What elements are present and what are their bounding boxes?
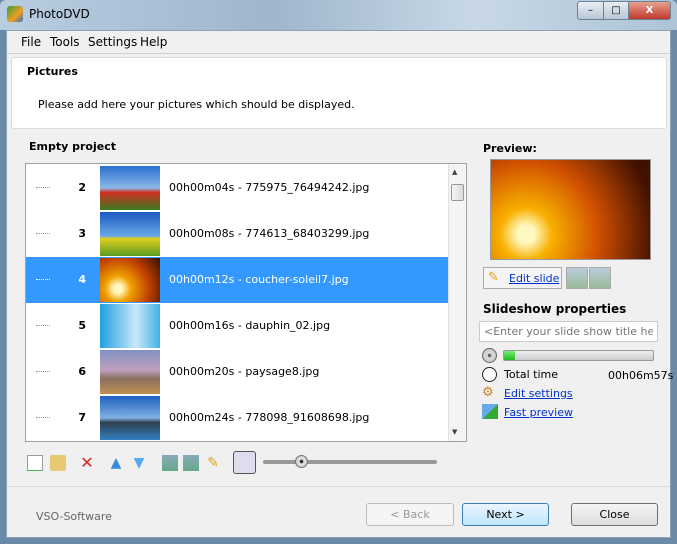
thumbnail bbox=[100, 350, 160, 394]
row-text: 00h00m08s - 774613_68403299.jpg bbox=[169, 227, 370, 240]
menu-file[interactable]: File bbox=[21, 35, 41, 49]
page-title: Pictures bbox=[27, 65, 78, 78]
disc-icon bbox=[482, 348, 497, 363]
picture-list[interactable]: 2 00h00m04s - 775975_76494242.jpg 3 00h00m… bbox=[25, 163, 467, 442]
list-item[interactable]: 6 00h00m20s - paysage8.jpg bbox=[26, 349, 448, 395]
brand-label: VSO-Software bbox=[36, 510, 112, 523]
scroll-down-icon[interactable]: ▼ bbox=[452, 428, 457, 436]
window-title: PhotoDVD bbox=[29, 7, 90, 21]
list-item[interactable]: 2 00h00m04s - 775975_76494242.jpg bbox=[26, 165, 448, 211]
close-window-button[interactable]: X bbox=[628, 1, 671, 20]
menu-tools[interactable]: Tools bbox=[50, 35, 80, 49]
row-number: 4 bbox=[78, 273, 86, 286]
settings-gear-icon: ⚙ bbox=[482, 385, 494, 400]
delete-icon[interactable]: ✕ bbox=[79, 455, 95, 471]
slideshow-title-input[interactable] bbox=[479, 321, 658, 342]
header-panel: Pictures Please add here your pictures w… bbox=[11, 57, 667, 129]
list-item[interactable]: 3 00h00m08s - 774613_68403299.jpg bbox=[26, 211, 448, 257]
list-item[interactable]: 7 00h00m24s - 778098_91608698.jpg bbox=[26, 395, 448, 441]
thumbnail bbox=[100, 258, 160, 302]
row-text: 00h00m16s - dauphin_02.jpg bbox=[169, 319, 331, 332]
row-text: 00h00m12s - coucher-soleil7.jpg bbox=[169, 273, 349, 286]
thumbnail-size-slider[interactable] bbox=[263, 455, 437, 468]
project-label: Empty project bbox=[29, 140, 116, 153]
menu-help[interactable]: Help bbox=[140, 35, 167, 49]
total-time-value: 00h06m57s bbox=[608, 369, 674, 382]
total-time-label: Total time bbox=[504, 368, 559, 381]
rotate-left-preview-button[interactable] bbox=[566, 267, 588, 289]
row-number: 6 bbox=[78, 365, 86, 378]
scroll-thumb[interactable] bbox=[451, 184, 464, 201]
edit-pencil-icon[interactable]: ✎ bbox=[205, 455, 221, 471]
scroll-up-icon[interactable]: ▲ bbox=[452, 168, 457, 176]
thumbnail bbox=[100, 304, 160, 348]
close-button[interactable]: Close bbox=[571, 503, 658, 526]
thumbnail bbox=[100, 212, 160, 256]
slider-knob[interactable] bbox=[295, 455, 309, 468]
thumbnail bbox=[100, 166, 160, 210]
row-text: 00h00m20s - paysage8.jpg bbox=[169, 365, 320, 378]
list-item-selected[interactable]: 4 00h00m12s - coucher-soleil7.jpg bbox=[26, 257, 448, 303]
list-item[interactable]: 5 00h00m16s - dauphin_02.jpg bbox=[26, 303, 448, 349]
fast-preview-link[interactable]: Fast preview bbox=[504, 406, 573, 419]
app-icon bbox=[7, 6, 23, 22]
rotate-left-icon[interactable] bbox=[162, 455, 178, 471]
edit-slide-button[interactable]: ✎ Edit slide bbox=[483, 267, 562, 289]
disc-usage-progress bbox=[503, 350, 654, 361]
list-scrollbar[interactable]: ▲ ▼ bbox=[448, 164, 466, 441]
clock-icon bbox=[482, 367, 497, 382]
client-area: File Tools Settings Help Pictures Please… bbox=[6, 30, 674, 538]
add-picture-icon[interactable] bbox=[27, 455, 43, 471]
row-text: 00h00m24s - 778098_91608698.jpg bbox=[169, 411, 370, 424]
row-text: 00h00m04s - 775975_76494242.jpg bbox=[169, 181, 370, 194]
back-button[interactable]: < Back bbox=[366, 503, 454, 526]
slideshow-properties-title: Slideshow properties bbox=[483, 302, 627, 316]
edit-slide-link[interactable]: Edit slide bbox=[509, 272, 559, 285]
row-number: 3 bbox=[78, 227, 86, 240]
minimize-button[interactable]: – bbox=[577, 1, 604, 20]
add-folder-icon[interactable] bbox=[50, 455, 66, 471]
title-bar: PhotoDVD – □ X bbox=[0, 0, 677, 30]
footer-divider bbox=[7, 486, 670, 487]
row-number: 5 bbox=[78, 319, 86, 332]
thumbnail bbox=[100, 396, 160, 440]
row-number: 2 bbox=[78, 181, 86, 194]
menu-settings[interactable]: Settings bbox=[88, 35, 137, 49]
maximize-button[interactable]: □ bbox=[603, 1, 629, 20]
preview-label: Preview: bbox=[483, 142, 537, 155]
pencil-icon: ✎ bbox=[488, 270, 499, 285]
rotate-right-preview-button[interactable] bbox=[589, 267, 611, 289]
fast-preview-icon bbox=[482, 404, 498, 419]
preview-image bbox=[490, 159, 651, 260]
page-subtitle: Please add here your pictures which shou… bbox=[38, 98, 355, 111]
move-down-icon[interactable]: ▼ bbox=[131, 455, 147, 471]
edit-settings-link[interactable]: Edit settings bbox=[504, 387, 573, 400]
menu-bar: File Tools Settings Help bbox=[7, 31, 670, 54]
tree-view-toggle-icon[interactable] bbox=[233, 451, 256, 474]
row-number: 7 bbox=[78, 411, 86, 424]
next-button[interactable]: Next > bbox=[462, 503, 549, 526]
move-up-icon[interactable]: ▲ bbox=[108, 455, 124, 471]
rotate-right-icon[interactable] bbox=[183, 455, 199, 471]
